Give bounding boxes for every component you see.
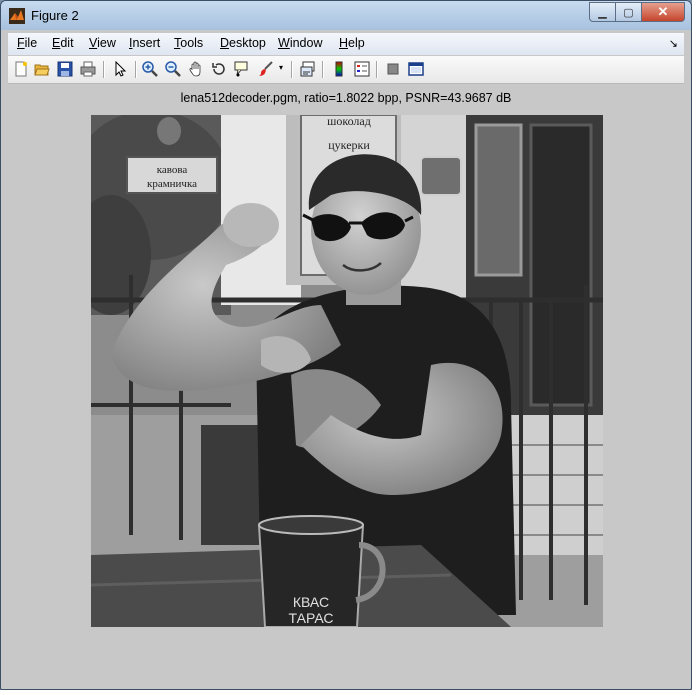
window-title: Figure 2: [31, 8, 79, 23]
zoom-in-button[interactable]: [141, 60, 159, 78]
menu-insert[interactable]: Insert: [129, 36, 160, 50]
link-plot-button[interactable]: [299, 60, 317, 78]
rotate-3d-icon: [212, 63, 225, 75]
axes-title: lena512decoder.pgm, ratio=1.8022 bpp, PS…: [180, 91, 512, 105]
menu-bar: File Edit View Insert Tools Desktop Wind…: [8, 33, 684, 55]
link-plot-icon: [300, 61, 315, 77]
data-cursor-button[interactable]: [233, 60, 251, 78]
maximize-button[interactable]: ▢: [615, 2, 641, 22]
insert-legend-button[interactable]: [353, 60, 371, 78]
print-icon: [80, 61, 96, 77]
save-icon: [57, 61, 73, 77]
decoded-image[interactable]: кавова крамничка шоколад цукерки КВАС ТА…: [91, 115, 603, 627]
menu-file[interactable]: File: [17, 36, 37, 50]
edit-plot-button[interactable]: [111, 60, 129, 78]
show-plot-tools-button[interactable]: [407, 60, 425, 78]
zoom-out-button[interactable]: [164, 60, 182, 78]
hide-plot-tools-button[interactable]: [384, 60, 402, 78]
menu-desktop[interactable]: Desktop: [220, 36, 266, 50]
figure-canvas[interactable]: lena512decoder.pgm, ratio=1.8022 bpp, PS…: [8, 84, 684, 681]
hide-plot-tools-icon: [387, 63, 399, 75]
shop-sign-line2: цукерки: [328, 138, 370, 152]
open-file-button[interactable]: [33, 60, 51, 78]
legend-icon: [354, 61, 370, 77]
mug-label-line1: КВАС: [293, 594, 329, 610]
close-icon: ✕: [657, 4, 669, 19]
brush-dropdown-arrow-icon[interactable]: ▾: [279, 63, 283, 72]
new-figure-button[interactable]: [12, 60, 30, 78]
menu-help[interactable]: Help: [339, 36, 365, 50]
brush-button[interactable]: [257, 60, 275, 78]
shop-sign-line1: шоколад: [327, 115, 371, 128]
minimize-icon: ▁: [598, 6, 607, 19]
menu-edit[interactable]: Edit: [52, 36, 74, 50]
grayscale-photo: кавова крамничка шоколад цукерки КВАС ТА…: [91, 115, 603, 627]
save-button[interactable]: [56, 60, 74, 78]
print-button[interactable]: [79, 60, 97, 78]
figure-toolbar: ▾: [8, 56, 684, 84]
brush-icon: [259, 61, 273, 76]
sign-text-line2: крамничка: [147, 178, 197, 190]
minimize-button[interactable]: ▁: [589, 2, 615, 22]
new-figure-icon: [15, 61, 27, 77]
mug-label-line2: ТАРАС: [289, 610, 334, 626]
data-cursor-icon: [234, 61, 248, 77]
pan-icon: [189, 61, 201, 77]
close-button[interactable]: ✕: [641, 2, 685, 22]
menu-view[interactable]: View: [89, 36, 116, 50]
title-bar[interactable]: Figure 2 ▁ ▢ ✕: [1, 1, 691, 30]
menu-tools[interactable]: Tools: [174, 36, 203, 50]
open-file-icon: [34, 64, 50, 76]
zoom-in-icon: [142, 61, 158, 77]
show-plot-tools-icon: [408, 62, 424, 76]
menu-dock-arrow-icon[interactable]: ↘: [669, 37, 678, 50]
sign-text-line1: кавова: [157, 164, 188, 176]
insert-colorbar-button[interactable]: [330, 60, 348, 78]
pan-button[interactable]: [187, 60, 205, 78]
figure-window: Figure 2 ▁ ▢ ✕ File Edit View Insert Too…: [0, 0, 692, 690]
edit-plot-icon: [115, 61, 127, 77]
maximize-icon: ▢: [623, 6, 634, 19]
rotate-3d-button[interactable]: [210, 60, 228, 78]
menu-window[interactable]: Window: [278, 36, 322, 50]
colorbar-icon: [335, 61, 343, 77]
zoom-out-icon: [165, 61, 181, 77]
matlab-logo-icon: [9, 8, 25, 24]
